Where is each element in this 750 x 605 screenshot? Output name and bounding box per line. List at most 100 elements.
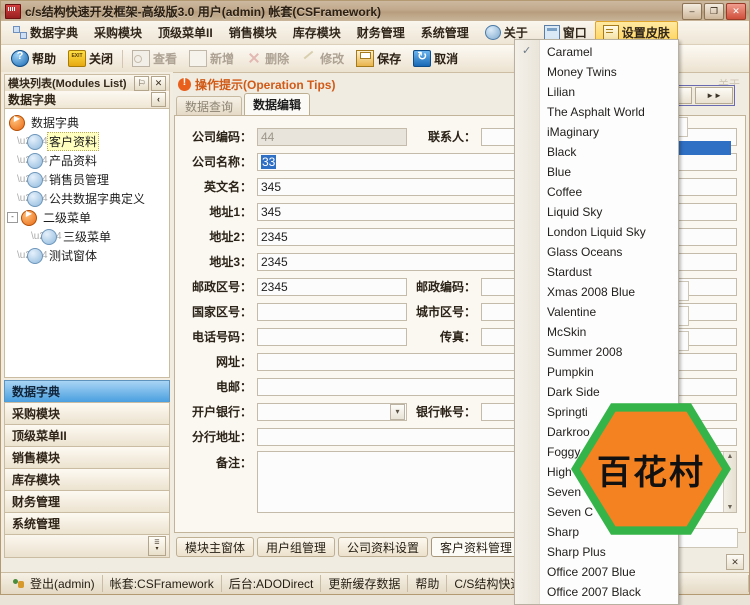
skin-item[interactable]: Sharp Plus [515, 542, 678, 562]
tree-item-customer-data[interactable]: \u2514 客户资料 [5, 132, 169, 151]
skin-item[interactable]: Valentine [515, 302, 678, 322]
skin-item[interactable]: Blue [515, 162, 678, 182]
skin-item[interactable]: Stardust [515, 262, 678, 282]
close-module-button[interactable]: 关闭 [62, 48, 119, 69]
skin-item[interactable]: High Co [515, 462, 678, 482]
maximize-button[interactable]: ❐ [704, 3, 724, 20]
close-icon[interactable]: ✕ [151, 75, 166, 91]
menu-label: 采购模块 [94, 26, 143, 40]
navbar-item-purchase[interactable]: 采购模块 [4, 402, 170, 424]
menu-item-sales[interactable]: 销售模块 [221, 21, 285, 44]
chevron-left-icon[interactable]: ‹ [151, 92, 166, 107]
expander-toggle[interactable]: - [7, 212, 18, 223]
doctab-user-group-management[interactable]: 用户组管理 [257, 537, 336, 557]
tree-item-data-dictionary[interactable]: 数据字典 [5, 113, 169, 132]
chevron-down-icon[interactable]: ▾ [390, 403, 405, 420]
skin-item[interactable]: Pumpkin [515, 362, 678, 382]
menu-item-data-dictionary[interactable]: 数据字典 [5, 21, 86, 44]
skin-item[interactable]: iMaginary [515, 122, 678, 142]
skin-item[interactable]: Lilian [515, 82, 678, 102]
minimize-button[interactable]: – [682, 3, 702, 20]
skin-item-label: Summer 2008 [547, 345, 623, 359]
tree-line: \u2514 [17, 136, 48, 147]
delete-button[interactable]: 删除 [240, 48, 295, 69]
skin-item[interactable]: McSkin [515, 322, 678, 342]
status-refresh-cache[interactable]: 更新缓存数据 [321, 575, 409, 592]
postal-area-label: 邮政区号： [191, 280, 252, 294]
skin-item[interactable]: Liquid Sky [515, 202, 678, 222]
skin-item[interactable]: The Asphalt World [515, 102, 678, 122]
skin-dropdown-menu[interactable]: ✓ Caramel Money Twins Lilian The Asphalt Wor… [514, 39, 679, 605]
navbar-item-sales[interactable]: 销售模块 [4, 446, 170, 468]
menu-item-top-menu-2[interactable]: 顶级菜单II [150, 21, 221, 44]
doctab-label: 客户资料管理 [440, 540, 513, 555]
skin-item-label: Pumpkin [547, 365, 594, 379]
doctab-module-main-form[interactable]: 模块主窗体 [176, 537, 255, 557]
tree-item-label: 测试窗体 [49, 249, 98, 263]
tab-data-query[interactable]: 数据查询 [176, 96, 243, 115]
postal-area-input[interactable]: 2345 [257, 277, 407, 296]
new-button[interactable]: 新增 [183, 48, 240, 69]
tree-item-second-level-menu[interactable]: - 二级菜单 [5, 208, 169, 227]
company-code-input[interactable]: 44 [257, 127, 407, 146]
skin-item[interactable]: Dark Side [515, 382, 678, 402]
navbar-item-finance[interactable]: 财务管理 [4, 490, 170, 512]
pin-icon[interactable]: ⚐ [134, 75, 149, 91]
bank-combobox[interactable]: ▾ [257, 402, 407, 421]
skin-item[interactable]: Office 2007 Blue [515, 562, 678, 582]
menu-item-finance[interactable]: 财务管理 [349, 21, 413, 44]
status-logout[interactable]: 登出(admin) [5, 575, 103, 592]
modules-tree: 数据字典 \u2514 客户资料 \u2514 产品资料 \u2514 销售员管… [4, 109, 170, 378]
doctab-customer-management[interactable]: 客户资料管理 [431, 537, 522, 557]
save-button[interactable]: 保存 [350, 48, 407, 69]
skin-item[interactable]: Seven C [515, 502, 678, 522]
menu-item-system[interactable]: 系统管理 [413, 21, 477, 44]
navbar-overflow-icon[interactable]: ☰ ▾ [148, 536, 166, 556]
tab-data-edit[interactable]: 数据编辑 [244, 93, 311, 115]
skin-item-label: High Co [547, 465, 591, 479]
skin-item-label: Black [547, 145, 577, 159]
navbar-item-system[interactable]: 系统管理 [4, 512, 170, 534]
doctab-label: 用户组管理 [266, 540, 327, 555]
skin-item[interactable]: Springti [515, 402, 678, 422]
cancel-button[interactable]: 取消 [407, 48, 464, 69]
tree-item-third-level-menu[interactable]: \u2514 三级菜单 [5, 227, 169, 246]
scroll-down-icon[interactable]: ▼ [727, 504, 734, 511]
edit-button[interactable]: 修改 [295, 48, 350, 69]
tree-item-test-form[interactable]: \u2514 测试窗体 [5, 246, 169, 265]
skin-item[interactable]: Xmas 2008 Blue [515, 282, 678, 302]
menu-item-purchase[interactable]: 采购模块 [86, 21, 150, 44]
skin-item[interactable]: London Liquid Sky [515, 222, 678, 242]
tree-item-salesperson-management[interactable]: \u2514 销售员管理 [5, 170, 169, 189]
skin-item[interactable]: Sharp [515, 522, 678, 542]
status-help[interactable]: 帮助 [408, 575, 448, 592]
skin-item[interactable]: Money Twins [515, 62, 678, 82]
navbar-item-top-menu-2[interactable]: 顶级菜单II [4, 424, 170, 446]
navbar-item-data-dictionary[interactable]: 数据字典 [4, 380, 170, 402]
view-button[interactable]: 查看 [126, 48, 183, 69]
close-button[interactable]: ✕ [726, 3, 746, 20]
skin-item[interactable]: Black [515, 142, 678, 162]
skin-item[interactable]: Glass Oceans [515, 242, 678, 262]
edit-icon [301, 51, 317, 66]
skin-item[interactable]: Office 2007 Black [515, 582, 678, 602]
nav-last-button[interactable]: ►► [695, 87, 733, 104]
tree-item-public-dictionary-definition[interactable]: \u2514 公共数据字典定义 [5, 189, 169, 208]
scroll-up-icon[interactable]: ▲ [727, 453, 734, 460]
help-button[interactable]: 帮助 [5, 48, 62, 69]
skin-item[interactable]: Coffee [515, 182, 678, 202]
skin-item[interactable]: Summer 2008 [515, 342, 678, 362]
background-close-icon[interactable]: ✕ [726, 554, 744, 570]
menu-item-inventory[interactable]: 库存模块 [285, 21, 349, 44]
skin-item[interactable]: ✓ Caramel [515, 42, 678, 62]
doctab-company-settings[interactable]: 公司资料设置 [338, 537, 429, 557]
navbar-item-inventory[interactable]: 库存模块 [4, 468, 170, 490]
skin-item[interactable]: Foggy [515, 442, 678, 462]
skin-item-label: Sharp [547, 525, 580, 539]
skin-item[interactable]: Darkroo [515, 422, 678, 442]
skin-item[interactable]: Seven [515, 482, 678, 502]
country-code-input[interactable] [257, 302, 407, 321]
tree-item-product-data[interactable]: \u2514 产品资料 [5, 151, 169, 170]
phone-input[interactable] [257, 327, 407, 346]
remark-scrollbar[interactable]: ▲ ▼ [723, 452, 736, 512]
